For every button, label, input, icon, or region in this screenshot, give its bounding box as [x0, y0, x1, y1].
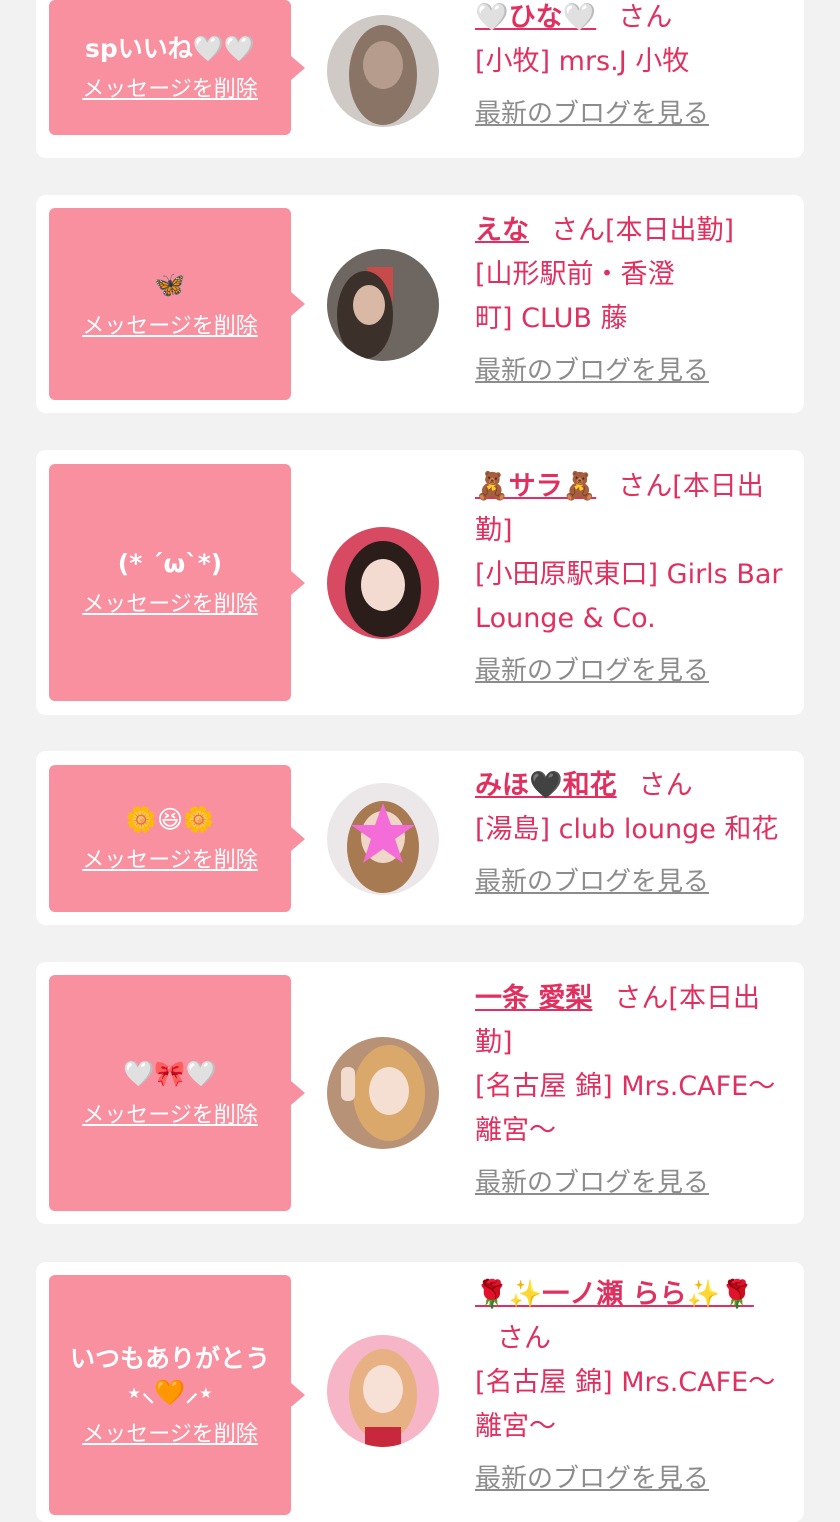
latest-blog-link[interactable]: 最新のブログを見る — [475, 860, 709, 904]
delete-message-link[interactable]: メッセージを削除 — [82, 842, 258, 874]
latest-blog-link[interactable]: 最新のブログを見る — [475, 1457, 709, 1501]
follow-card: (* ´ω`*) メッセージを削除 🧸サラ🧸 さん[本日出勤] [小田原駅東口] … — [36, 450, 804, 715]
message-bubble: 🌼😆🌼 メッセージを削除 — [49, 765, 305, 912]
shop-name: [湯島] club lounge 和花 — [475, 814, 779, 845]
honorific: さん — [638, 770, 693, 801]
avatar[interactable] — [327, 249, 439, 361]
profile-name-link[interactable]: 🧸サラ🧸 — [475, 471, 596, 502]
avatar[interactable] — [327, 15, 439, 127]
delete-message-link[interactable]: メッセージを削除 — [82, 1416, 258, 1448]
profile-name-link[interactable]: みほ🖤和花 — [475, 770, 617, 801]
message-bubble: (* ´ω`*) メッセージを削除 — [49, 464, 305, 701]
profile-info: えな さん[本日出勤] [山形駅前・香澄町] CLUB 藤 最新のブログを見る — [475, 209, 795, 393]
profile-info: 🤍ひな🤍 さん [小牧] mrs.J 小牧 最新のブログを見る — [475, 0, 795, 136]
follow-card: 🌼😆🌼 メッセージを削除 みほ🖤和花 さん [湯島] club lounge 和花… — [36, 751, 804, 925]
follow-card: いつもありがとう ⋆⸜🧡⸝⋆ メッセージを削除 🌹✨一ノ瀬 らら✨🌹 さん [名古… — [36, 1262, 804, 1522]
message-text: 🤍🎀🤍 — [123, 1059, 217, 1089]
follow-card: 🦋 メッセージを削除 えな さん[本日出勤] [山形駅前・香澄町] CLUB 藤 … — [36, 195, 804, 413]
shop-name: [名古屋 錦] Mrs.CAFE〜離宮〜 — [475, 1071, 776, 1146]
latest-blog-link[interactable]: 最新のブログを見る — [475, 92, 709, 136]
work-status: [本日出勤] — [605, 215, 735, 246]
honorific: さん — [497, 1323, 551, 1354]
follow-card: 🤍🎀🤍 メッセージを削除 一条 愛梨 さん[本日出勤] [名古屋 錦] Mrs.C… — [36, 962, 804, 1224]
latest-blog-link[interactable]: 最新のブログを見る — [475, 649, 709, 693]
profile-name-link[interactable]: えな — [475, 215, 529, 246]
message-bubble: 🤍🎀🤍 メッセージを削除 — [49, 975, 305, 1211]
delete-message-link[interactable]: メッセージを削除 — [82, 586, 258, 618]
shop-name: [山形駅前・香澄町] CLUB 藤 — [475, 259, 675, 334]
delete-message-link[interactable]: メッセージを削除 — [82, 1097, 258, 1129]
profile-name-link[interactable]: 🤍ひな🤍 — [475, 2, 596, 33]
honorific: さん — [618, 471, 673, 502]
follow-card: spいいね🤍🤍 メッセージを削除 🤍ひな🤍 さん [小牧] mrs.J 小牧 最新… — [36, 0, 804, 158]
avatar[interactable] — [327, 783, 439, 895]
delete-message-link[interactable]: メッセージを削除 — [82, 71, 258, 103]
profile-info: 🌹✨一ノ瀬 らら✨🌹 さん [名古屋 錦] Mrs.CAFE〜離宮〜 最新のブログ… — [475, 1273, 795, 1501]
profile-info: みほ🖤和花 さん [湯島] club lounge 和花 最新のブログを見る — [475, 764, 795, 904]
honorific: さん — [551, 215, 605, 246]
latest-blog-link[interactable]: 最新のブログを見る — [475, 349, 709, 393]
message-text: (* ´ω`*) — [117, 548, 223, 578]
profile-info: 🧸サラ🧸 さん[本日出勤] [小田原駅東口] Girls Bar Lounge &… — [475, 465, 795, 693]
message-bubble: spいいね🤍🤍 メッセージを削除 — [49, 0, 305, 135]
avatar[interactable] — [327, 527, 439, 639]
shop-name: [小田原駅東口] Girls Bar Lounge & Co. — [475, 559, 783, 634]
avatar[interactable] — [327, 1037, 439, 1149]
message-bubble: 🦋 メッセージを削除 — [49, 208, 305, 400]
message-text: spいいね🤍🤍 — [84, 33, 256, 63]
profile-name-link[interactable]: 一条 愛梨 — [475, 983, 592, 1014]
latest-blog-link[interactable]: 最新のブログを見る — [475, 1161, 709, 1205]
profile-name-link[interactable]: 🌹✨一ノ瀬 らら✨🌹 — [475, 1279, 754, 1310]
shop-name: [小牧] mrs.J 小牧 — [475, 46, 690, 77]
message-text: 🦋 — [154, 270, 186, 300]
message-text: いつもありがとう ⋆⸜🧡⸝⋆ — [69, 1344, 270, 1407]
profile-info: 一条 愛梨 さん[本日出勤] [名古屋 錦] Mrs.CAFE〜離宮〜 最新のブロ… — [475, 977, 795, 1205]
message-bubble: いつもありがとう ⋆⸜🧡⸝⋆ メッセージを削除 — [49, 1275, 305, 1515]
honorific: さん — [618, 2, 673, 33]
delete-message-link[interactable]: メッセージを削除 — [82, 308, 258, 340]
message-text: 🌼😆🌼 — [125, 804, 215, 834]
honorific: さん — [614, 983, 669, 1014]
shop-name: [名古屋 錦] Mrs.CAFE〜離宮〜 — [475, 1367, 776, 1442]
avatar[interactable] — [327, 1335, 439, 1447]
